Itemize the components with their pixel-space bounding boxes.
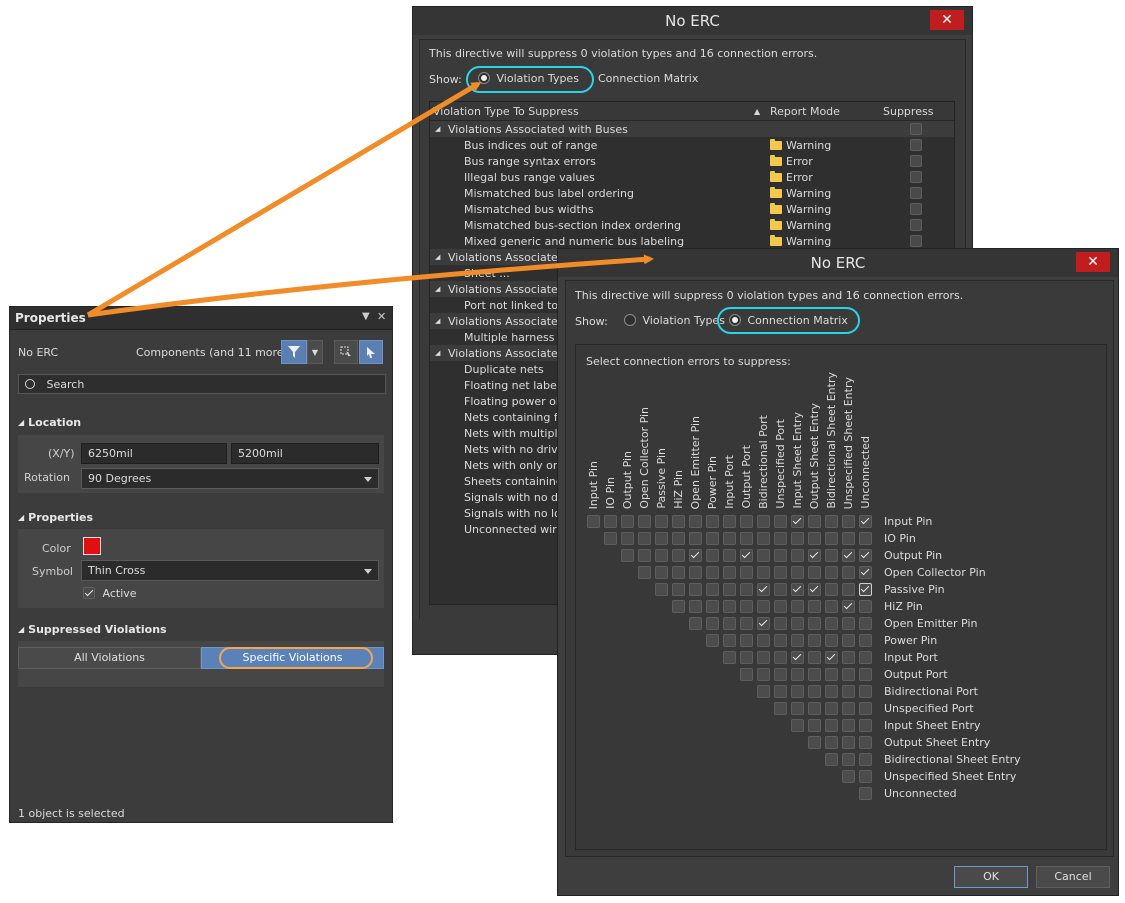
arrow-to-violation-types xyxy=(86,81,482,318)
callout-arrows xyxy=(86,81,654,318)
